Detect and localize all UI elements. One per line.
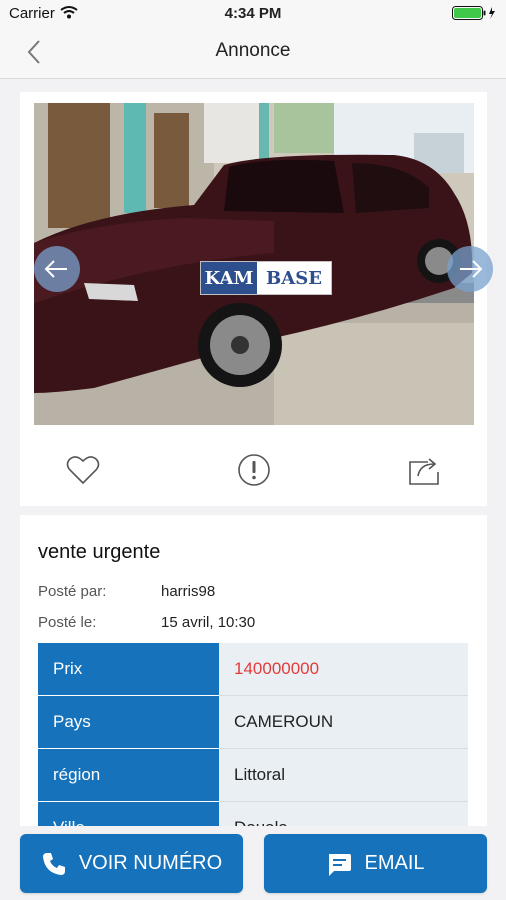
message-icon: [329, 853, 352, 876]
arrow-left-icon[interactable]: [34, 246, 80, 292]
watermark-right: BASE: [266, 267, 322, 289]
listing-title: vente urgente: [38, 541, 161, 563]
share-icon[interactable]: [406, 452, 442, 488]
view-number-button[interactable]: VOIR NUMÉRO: [20, 834, 243, 893]
table-row: région Littoral: [38, 749, 468, 802]
status-bar: Carrier 4:34 PM: [0, 0, 506, 26]
posted-on-value: 15 avril, 10:30: [161, 614, 256, 631]
page-title: Annonce: [215, 40, 291, 61]
row-value-price: 140000000: [219, 643, 468, 695]
table-row: Pays CAMEROUN: [38, 696, 468, 749]
watermark-logo: KAM BASE: [200, 261, 332, 295]
row-key-country: Pays: [38, 696, 219, 749]
posted-by-label: Posté par:: [38, 583, 107, 600]
exclamation-circle-icon[interactable]: [236, 452, 272, 488]
row-value-country: CAMEROUN: [219, 696, 468, 748]
posted-on-label: Posté le:: [38, 614, 97, 631]
watermark-left: KAM: [201, 262, 257, 294]
row-key-region: région: [38, 749, 219, 802]
clock: 4:34 PM: [224, 5, 282, 22]
bottom-action-bar: VOIR NUMÉRO EMAIL: [0, 826, 506, 900]
table-row: Prix 140000000: [38, 643, 468, 696]
listing-photo[interactable]: KAM BASE: [34, 103, 474, 425]
details-table: Prix 140000000 Pays CAMEROUN région Litt…: [38, 643, 468, 855]
media-card: KAM BASE: [20, 92, 493, 506]
row-value-region: Littoral: [219, 749, 468, 801]
heart-icon[interactable]: [65, 452, 101, 488]
email-button[interactable]: EMAIL: [264, 834, 487, 893]
details-card: vente urgente Posté par: harris98 Posté …: [20, 515, 487, 855]
arrow-right-icon[interactable]: [447, 246, 493, 292]
battery-charging-icon: [452, 6, 497, 20]
row-key-price: Prix: [38, 643, 219, 696]
email-label: EMAIL: [364, 852, 425, 874]
posted-by-value: harris98: [161, 583, 216, 600]
navigation-bar: Annonce: [0, 26, 506, 79]
view-number-label: VOIR NUMÉRO: [78, 852, 223, 874]
phone-icon: [42, 852, 65, 875]
